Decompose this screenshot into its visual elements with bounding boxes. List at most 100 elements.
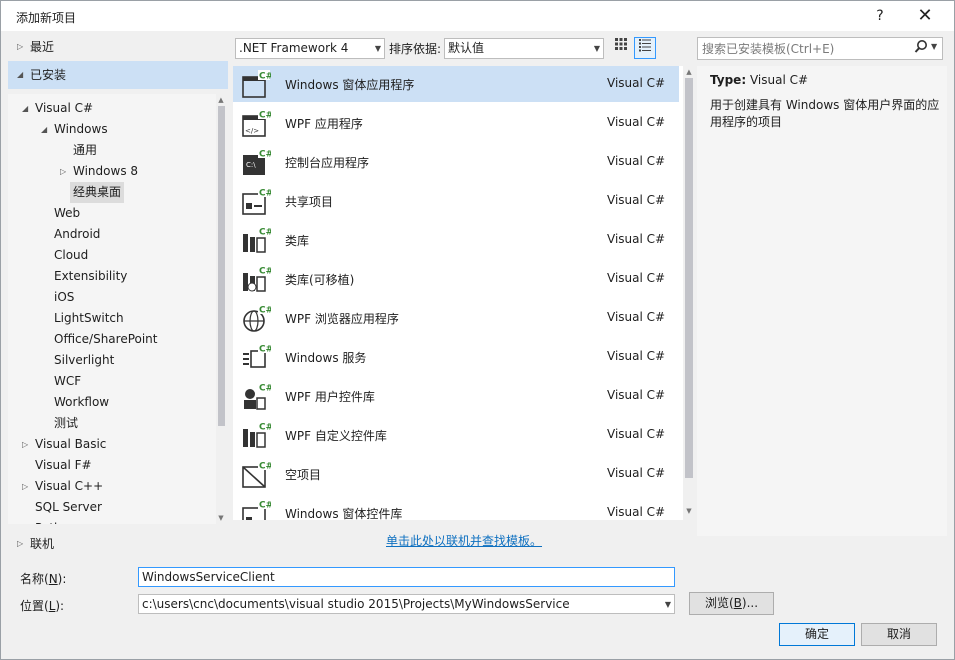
category-installed[interactable]: ◢ 已安装 [8,61,228,89]
template-row[interactable]: </>C# WPF 应用程序 Visual C# [233,105,679,141]
scroll-down-icon[interactable]: ▼ [684,506,694,516]
template-details-pane: Type: Visual C# 用于创建具有 Windows 窗体用户界面的应用… [697,66,947,536]
search-icon[interactable] [914,39,928,59]
template-row[interactable]: C# Windows 服务 Visual C# [233,339,679,375]
collapse-arrow-icon[interactable]: ◢ [17,61,23,89]
sort-select[interactable]: 默认值 ▼ [444,38,604,59]
dropdown-arrow-icon[interactable]: ▼ [665,596,671,613]
dropdown-arrow-icon[interactable]: ▼ [594,39,600,58]
tree-item[interactable]: ◢ Visual C# [22,98,93,119]
template-list-scrollbar[interactable]: ▲ ▼ [683,66,695,520]
template-language: Visual C# [607,388,666,402]
tree-item[interactable]: Workflow [54,392,109,413]
template-search-box[interactable]: ▼ [697,37,943,60]
online-templates-link[interactable]: 单击此处以联机并查找模板。 [386,532,542,549]
tree-item[interactable]: 通用 [73,140,97,161]
template-description: 用于创建具有 Windows 窗体用户界面的应用程序的项目 [710,98,940,129]
template-row[interactable]: C# Windows 窗体控件库 Visual C# [233,495,679,520]
wpf-app-icon: </>C# [241,109,273,139]
template-search-input[interactable] [702,40,902,57]
template-row[interactable]: C# Windows 窗体应用程序 Visual C# [233,66,679,102]
template-row[interactable]: C:\C# 控制台应用程序 Visual C# [233,144,679,180]
template-row[interactable]: C# 共享项目 Visual C# [233,183,679,219]
template-list: C#Windows 窗体应用程序Visual C#</>C#WPF 应用程序Vi… [233,66,683,520]
search-options-arrow-icon[interactable]: ▼ [931,42,937,51]
svg-text:C#: C# [259,189,271,199]
browse-button[interactable]: 浏览(B)... [689,592,774,615]
svg-text:C#: C# [259,267,271,277]
close-button[interactable]: ✕ [903,1,947,31]
tree-item[interactable]: WCF [54,371,81,392]
tree-item[interactable]: Silverlight [54,350,114,371]
template-language: Visual C# [607,115,666,129]
tree-item-label: Python [35,521,77,524]
tree-item-label: Extensibility [54,269,128,283]
framework-select[interactable]: .NET Framework 4 ▼ [235,38,385,59]
category-pane: ▷ 最近 ◢ 已安装 ◢ Visual C# ◢ Windows 通用 ▷ Windows … [8,32,228,559]
template-row[interactable]: C# 空项目 Visual C# [233,456,679,492]
grid-view-icon [615,38,627,50]
tree-item[interactable]: Python [35,518,77,524]
tree-item[interactable]: ▷ Visual C++ [22,476,103,497]
tree-item[interactable]: LightSwitch [54,308,124,329]
template-language: Visual C# [607,271,666,285]
tree-item[interactable]: Visual F# [35,455,92,476]
svg-text:C#: C# [259,345,271,355]
tree-item[interactable]: Cloud [54,245,88,266]
tree-item[interactable]: ▷ Visual Basic [22,434,106,455]
tree-item-label: Windows [54,122,108,136]
tree-item-label: 测试 [54,416,79,430]
scroll-up-icon[interactable]: ▲ [216,95,226,105]
tree-item[interactable]: iOS [54,287,74,308]
tree-item[interactable]: 测试 [54,413,78,434]
tree-item[interactable]: SQL Server [35,497,102,518]
tree-item[interactable]: Office/SharePoint [54,329,158,350]
svg-text:C#: C# [259,501,271,511]
svg-text:C#: C# [259,384,271,394]
scrollbar-thumb[interactable] [685,78,693,478]
type-line: Type: Visual C# [710,73,808,87]
expand-arrow-icon[interactable]: ▷ [60,161,66,182]
template-name: Windows 窗体控件库 [285,507,403,520]
svg-text:C:\: C:\ [246,161,256,169]
tree-item[interactable]: Android [54,224,100,245]
tree-item-label: Office/SharePoint [54,332,158,346]
expand-arrow-icon[interactable]: ▷ [17,531,23,557]
tree-item[interactable]: ◢ Windows [41,119,108,140]
scroll-up-icon[interactable]: ▲ [684,67,694,77]
project-name-input[interactable] [138,567,675,587]
category-recent[interactable]: ▷ 最近 [8,34,228,60]
expand-arrow-icon[interactable]: ▷ [22,476,28,497]
collapse-arrow-icon[interactable]: ◢ [41,119,47,140]
template-row[interactable]: C# WPF 用户控件库 Visual C# [233,378,679,414]
tree-item[interactable]: Web [54,203,80,224]
template-row[interactable]: C# WPF 浏览器应用程序 Visual C# [233,300,679,336]
expand-arrow-icon[interactable]: ▷ [17,34,23,60]
scrollbar-thumb[interactable] [218,106,225,426]
wpf-user-control-icon: C# [241,382,273,412]
cancel-button[interactable]: 取消 [861,623,937,646]
tree-item[interactable]: Extensibility [54,266,127,287]
svg-text:C#: C# [259,228,271,238]
details-view-button[interactable] [634,37,656,59]
help-button[interactable]: ? [858,1,902,31]
template-row[interactable]: C# WPF 自定义控件库 Visual C# [233,417,679,453]
list-view-icon [639,39,651,52]
type-value: Visual C# [749,73,809,87]
expand-arrow-icon[interactable]: ▷ [22,434,28,455]
scroll-down-icon[interactable]: ▼ [216,513,226,523]
dropdown-arrow-icon[interactable]: ▼ [375,39,381,58]
template-row[interactable]: C# 类库 Visual C# [233,222,679,258]
ok-button[interactable]: 确定 [779,623,855,646]
category-tree-scrollbar[interactable]: ▲ ▼ [216,94,226,524]
collapse-arrow-icon[interactable]: ◢ [22,98,28,119]
tree-item[interactable]: ▷ Windows 8 [60,161,138,182]
type-label: Type: [710,73,747,87]
category-online[interactable]: ▷ 联机 [8,531,228,557]
location-select[interactable]: c:\users\cnc\documents\visual studio 201… [138,594,675,614]
tree-item[interactable]: 经典桌面 [70,182,125,203]
empty-project-icon: C# [241,460,273,490]
small-icons-view-button[interactable] [610,37,632,59]
category-online-label: 联机 [30,537,55,551]
template-row[interactable]: C# 类库(可移植) Visual C# [233,261,679,297]
